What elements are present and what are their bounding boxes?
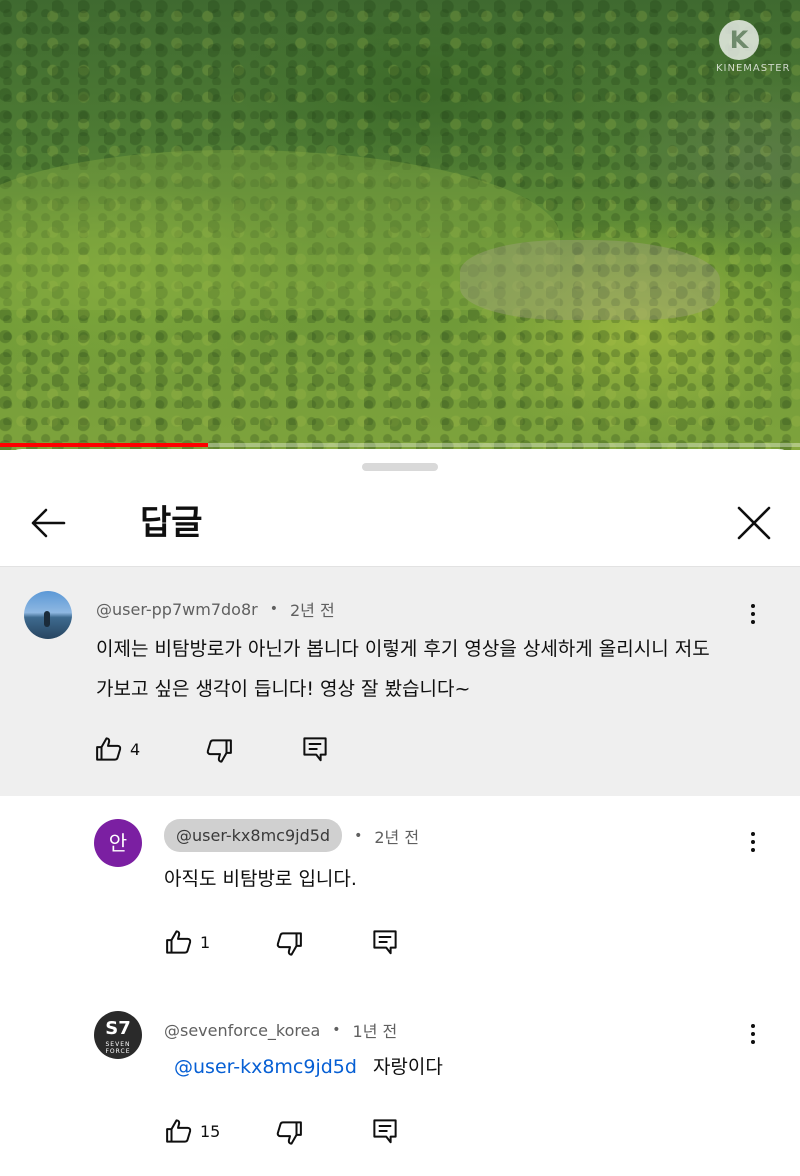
more-dot (751, 840, 755, 844)
close-icon (737, 506, 771, 540)
comment-text: 이제는 비탐방로가 아닌가 봅니다 이렇게 후기 영상을 상세하게 올리시니 저… (96, 629, 710, 709)
comment-author[interactable]: @user-pp7wm7do8r (96, 600, 258, 619)
like-count: 15 (200, 1121, 221, 1141)
reply-comment-icon (303, 737, 327, 762)
comment-text: @user-kx8mc9jd5d 자랑이다 (174, 1047, 443, 1087)
comment-meta: @user-kx8mc9jd5d • 2년 전 (164, 819, 419, 852)
reply-button[interactable] (300, 734, 330, 764)
thumbs-down-icon (206, 739, 232, 763)
thumbs-up-icon (166, 930, 192, 954)
avatar[interactable]: S7 SEVEN FORCE (94, 1011, 142, 1059)
comment-author[interactable]: @sevenforce_korea (164, 1021, 320, 1040)
video-player[interactable]: K KINEMASTER (0, 0, 800, 450)
thumbs-up-icon (166, 1119, 192, 1143)
replies-sheet: 답글 @user-pp7wm7do8r • 2년 전 이제는 비탐방로가 아닌가… (0, 449, 800, 1176)
thumbs-up-icon (96, 737, 122, 761)
dislike-button[interactable] (274, 929, 304, 959)
avatar-logo-subtext: SEVEN FORCE (105, 1041, 131, 1055)
watermark: K KINEMASTER (716, 20, 791, 74)
channel-logo-icon: S7 (94, 1011, 142, 1041)
more-dot (751, 604, 755, 608)
close-button[interactable] (730, 499, 778, 547)
more-dot (751, 612, 755, 616)
reply-button[interactable] (370, 927, 400, 957)
reply-comment-icon (373, 930, 397, 955)
dislike-button[interactable] (274, 1118, 304, 1148)
back-button[interactable] (24, 499, 72, 547)
more-dot (751, 620, 755, 624)
like-count: 4 (130, 739, 141, 759)
comment-author[interactable]: @user-kx8mc9jd5d (164, 819, 343, 852)
like-button[interactable]: 15 (164, 1116, 220, 1146)
arrow-left-icon (31, 508, 66, 538)
reply-button[interactable] (370, 1116, 400, 1146)
kinemaster-logo-icon: K (719, 20, 759, 60)
video-progress-bar[interactable] (0, 443, 800, 447)
meta-separator: • (269, 601, 278, 617)
comment-line: 가보고 싶은 생각이 듭니다! 영상 잘 봤습니다~ (96, 678, 471, 700)
comment-time: 1년 전 (352, 1022, 398, 1041)
avatar[interactable]: 안 (94, 819, 142, 867)
comment-time: 2년 전 (289, 601, 335, 620)
drag-handle[interactable] (362, 463, 438, 471)
comment-line: 이제는 비탐방로가 아닌가 봅니다 이렇게 후기 영상을 상세하게 올리시니 저… (96, 638, 710, 660)
avatar[interactable] (24, 591, 72, 639)
more-dot (751, 848, 755, 852)
video-progress-fill (0, 443, 208, 447)
more-dot (751, 1024, 755, 1028)
thumbs-down-icon (276, 1121, 302, 1145)
more-dot (751, 1040, 755, 1044)
more-options-button[interactable] (738, 1019, 768, 1049)
thumbs-down-icon (276, 932, 302, 956)
avatar-logo-text: S7 (105, 1018, 131, 1039)
person-silhouette (44, 611, 50, 627)
dislike-button[interactable] (204, 736, 234, 766)
more-options-button[interactable] (738, 599, 768, 629)
parent-comment: @user-pp7wm7do8r • 2년 전 이제는 비탐방로가 아닌가 봅니… (0, 566, 800, 796)
mention-link[interactable]: @user-kx8mc9jd5d (174, 1056, 357, 1078)
page-title: 답글 (140, 503, 203, 543)
more-dot (751, 1032, 755, 1036)
comment-text: 아직도 비탐방로 입니다. (164, 868, 357, 890)
comment-meta: @user-pp7wm7do8r • 2년 전 (96, 597, 335, 621)
comment-meta: @sevenforce_korea • 1년 전 (164, 1018, 397, 1042)
sheet-header: 답글 (0, 479, 800, 565)
more-dot (751, 832, 755, 836)
like-button[interactable]: 4 (94, 734, 140, 764)
rock-cliff (460, 240, 720, 320)
like-button[interactable]: 1 (164, 927, 210, 957)
meta-separator: • (354, 827, 363, 844)
comment-time: 2년 전 (374, 827, 420, 847)
meta-separator: • (332, 1022, 341, 1038)
like-count: 1 (200, 932, 211, 952)
avatar-letter: 안 (108, 831, 128, 855)
comment-body: 자랑이다 (372, 1056, 443, 1078)
more-options-button[interactable] (738, 827, 768, 857)
watermark-label: KINEMASTER (716, 63, 791, 74)
reply-comment-icon (373, 1119, 397, 1144)
